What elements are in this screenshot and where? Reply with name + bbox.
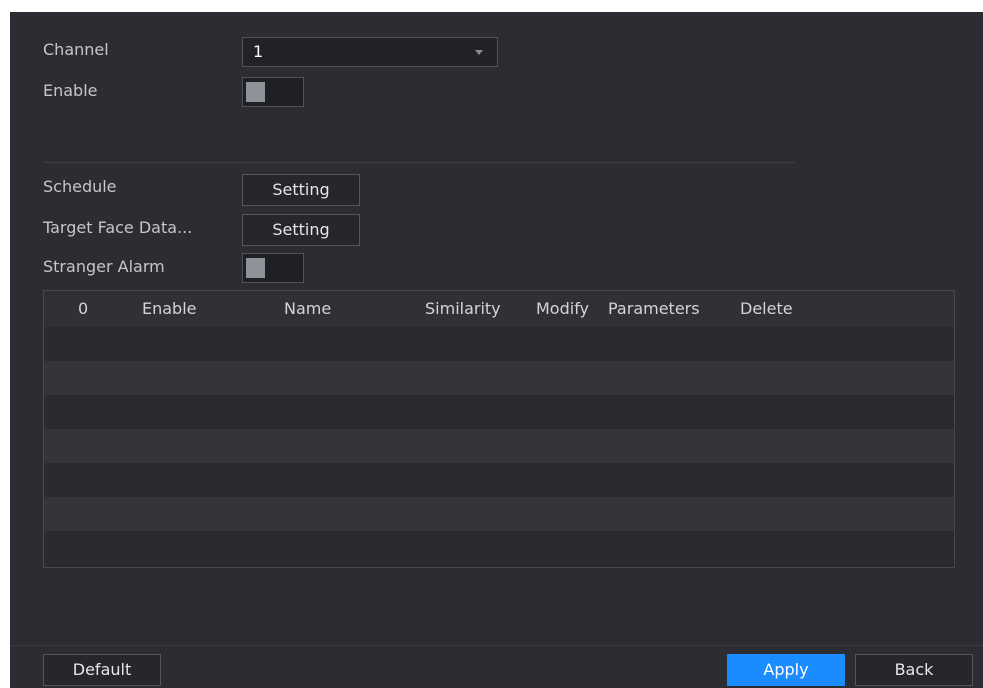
table-header: 0 Enable Name Similarity Modify Paramete… (44, 291, 954, 327)
enable-toggle[interactable] (242, 77, 304, 107)
schedule-label: Schedule (43, 177, 117, 196)
stranger-alarm-toggle[interactable] (242, 253, 304, 283)
table-row[interactable] (44, 463, 954, 497)
enable-label: Enable (43, 81, 98, 100)
channel-label: Channel (43, 40, 109, 59)
column-header-modify: Modify (536, 299, 590, 318)
apply-button[interactable]: Apply (727, 654, 845, 686)
toggle-knob (246, 258, 265, 278)
column-header-enable: Enable (142, 299, 197, 318)
schedule-setting-button[interactable]: Setting (242, 174, 360, 206)
footer-divider (10, 645, 983, 646)
chevron-down-icon (475, 50, 483, 55)
back-button[interactable]: Back (855, 654, 973, 686)
face-database-table: 0 Enable Name Similarity Modify Paramete… (43, 290, 955, 568)
target-face-database-setting-button[interactable]: Setting (242, 214, 360, 246)
column-header-parameters: Parameters (608, 299, 700, 318)
table-row[interactable] (44, 497, 954, 531)
stranger-alarm-label: Stranger Alarm (43, 257, 165, 276)
face-detection-settings-panel: Channel 1 Enable Schedule Setting Target… (10, 12, 983, 688)
table-row[interactable] (44, 429, 954, 463)
table-row[interactable] (44, 395, 954, 429)
section-divider (43, 162, 795, 163)
channel-select-value: 1 (253, 42, 264, 61)
toggle-knob (246, 82, 265, 102)
target-face-database-label: Target Face Data... (43, 218, 193, 237)
column-header-similarity: Similarity (425, 299, 501, 318)
column-header-index[interactable]: 0 (78, 291, 88, 327)
table-row[interactable] (44, 361, 954, 395)
table-row[interactable] (44, 531, 954, 567)
column-header-delete: Delete (740, 299, 793, 318)
column-header-name: Name (284, 299, 332, 318)
table-row[interactable] (44, 327, 954, 361)
channel-select[interactable]: 1 (242, 37, 498, 67)
default-button[interactable]: Default (43, 654, 161, 686)
